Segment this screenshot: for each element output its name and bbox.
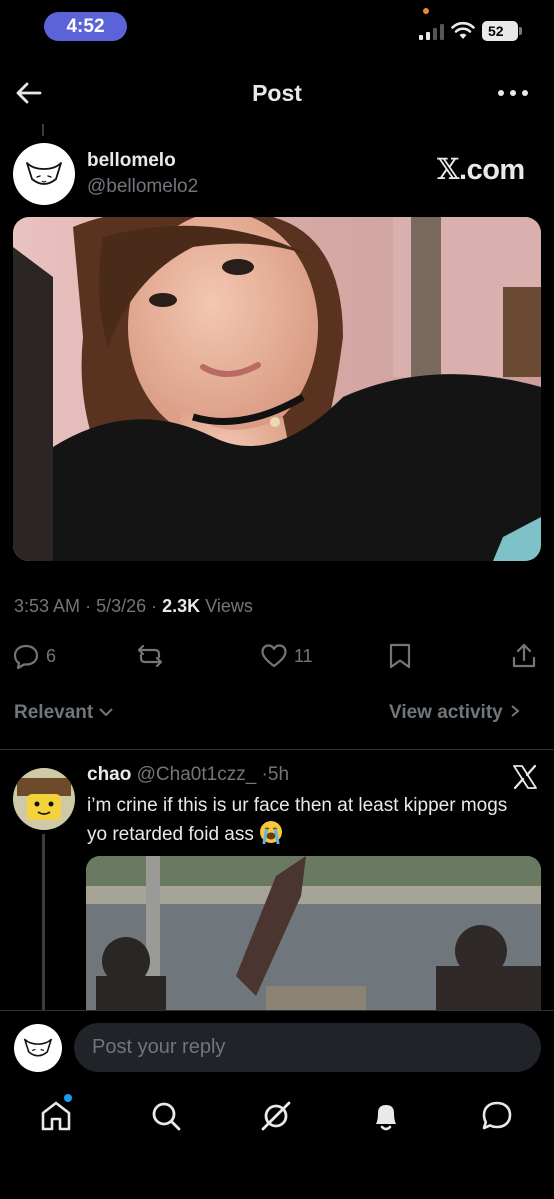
bookmark-icon	[389, 643, 411, 669]
messages-icon	[482, 1101, 512, 1130]
wifi-icon	[451, 21, 475, 39]
reply-time: 5h	[267, 764, 290, 785]
nav-home[interactable]	[38, 1098, 74, 1134]
battery-icon: 52	[482, 21, 522, 41]
nav-messages[interactable]	[479, 1098, 515, 1134]
nav-notifications[interactable]	[368, 1098, 404, 1134]
roblox-avatar	[13, 768, 75, 830]
reply-media[interactable]	[86, 856, 541, 1016]
x-logo-icon: 𝕏	[437, 152, 460, 186]
reply-author-handle[interactable]: @Cha0t1czz_	[137, 764, 257, 785]
repost-icon	[137, 644, 163, 668]
sort-relevant-dropdown[interactable]: Relevant	[14, 702, 114, 724]
home-icon	[41, 1101, 71, 1131]
reply-header: chao @Cha0t1czz_ ·5h	[87, 764, 289, 786]
selfie-photo	[13, 217, 541, 561]
cat-avatar-icon	[26, 162, 62, 185]
reply-icon	[13, 644, 39, 670]
chevron-down-icon	[99, 708, 114, 717]
reply-composer	[0, 1010, 554, 1084]
author-name[interactable]: bellomelo	[87, 150, 176, 172]
view-activity-link[interactable]: View activity	[389, 702, 522, 724]
share-icon	[512, 643, 536, 668]
reply-body: i’m crine if this is ur face then at lea…	[87, 795, 508, 845]
watermark-text: .com	[459, 154, 525, 186]
status-time: 4:52	[44, 12, 127, 41]
signal-icon	[419, 24, 444, 40]
my-avatar	[14, 1024, 62, 1072]
share-button[interactable]	[510, 641, 538, 671]
post-meta: 3:53 AM · 5/3/26 · 2.3K Views	[14, 596, 253, 617]
views-label: Views	[205, 596, 253, 616]
thread-line	[42, 834, 45, 1010]
reply-author-name[interactable]: chao	[87, 764, 131, 785]
post-date: 5/3/26	[96, 596, 147, 616]
sort-label: Relevant	[14, 702, 94, 723]
nav-search[interactable]	[148, 1098, 184, 1134]
x-com-watermark: 𝕏.com	[437, 152, 525, 187]
reply-video-thumbnail	[86, 856, 541, 1016]
reply-author-avatar[interactable]	[13, 768, 75, 830]
more-icon[interactable]	[496, 86, 530, 100]
reply-input[interactable]	[74, 1023, 541, 1072]
page-title: Post	[252, 80, 302, 106]
like-count: 11	[294, 645, 313, 666]
reply-button[interactable]: 6	[12, 641, 56, 671]
privacy-indicator-dot	[423, 8, 429, 14]
notifications-icon	[376, 1105, 396, 1131]
author-handle[interactable]: @bellomelo2	[87, 176, 198, 198]
post-image[interactable]	[13, 217, 541, 561]
views-count: 2.3K	[162, 596, 201, 616]
nav-grok[interactable]	[258, 1098, 294, 1134]
author-avatar[interactable]	[13, 143, 75, 205]
x-logo-icon	[513, 764, 537, 790]
like-button[interactable]: 11	[260, 641, 313, 671]
like-icon	[261, 644, 287, 668]
chevron-right-icon	[511, 705, 520, 717]
search-icon	[152, 1102, 181, 1131]
thread-connector	[42, 124, 44, 136]
view-activity-label: View activity	[389, 702, 503, 723]
post-time: 3:53 AM	[14, 596, 81, 616]
loudly-crying-emoji-icon	[260, 821, 283, 844]
grok-icon	[261, 1101, 291, 1131]
bookmark-button[interactable]	[386, 641, 414, 671]
reply-count: 6	[46, 645, 57, 666]
divider	[0, 749, 554, 750]
meta-sep: ·	[85, 596, 92, 616]
repost-button[interactable]	[136, 641, 164, 671]
meta-sep: ·	[151, 596, 158, 616]
cat-avatar-icon	[24, 1038, 52, 1057]
home-notification-dot	[64, 1094, 72, 1102]
reply-text: i’m crine if this is ur face then at lea…	[87, 792, 527, 849]
